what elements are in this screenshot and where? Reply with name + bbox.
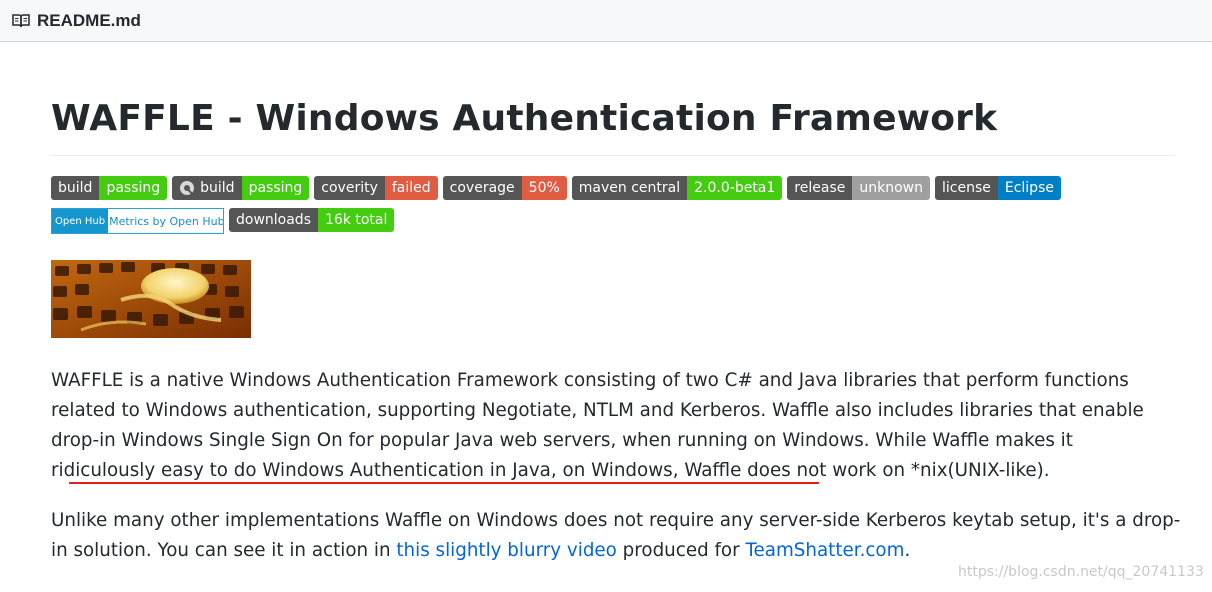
badge-label-text: coverity xyxy=(321,180,378,196)
badge-label: release xyxy=(787,176,853,200)
page-title: WAFFLE - Windows Authentication Framewor… xyxy=(51,94,1175,156)
badge-build[interactable]: build passing xyxy=(51,176,168,200)
badge-value: passing xyxy=(241,176,310,200)
appveyor-icon xyxy=(180,181,195,195)
badge-label: coverity xyxy=(314,176,385,200)
badge-value: Eclipse xyxy=(997,176,1061,200)
watermark: https://blog.csdn.net/qq_20741133 xyxy=(958,564,1204,580)
badge-label: coverage xyxy=(442,176,522,200)
badge-maven-central[interactable]: maven central 2.0.0-beta1 xyxy=(571,176,783,200)
file-header: README.md xyxy=(0,0,1212,42)
badge-value: 16k total xyxy=(318,208,395,232)
badge-value: failed xyxy=(384,176,438,200)
badge-label-text: release xyxy=(794,180,846,196)
badge-label: build xyxy=(51,176,100,200)
paragraph2-text-middle: produced for xyxy=(616,540,746,561)
paragraph2-text-after: . xyxy=(904,540,911,561)
badge-release[interactable]: release unknown xyxy=(787,176,930,200)
badge-label: license xyxy=(934,176,998,200)
badge-label-text: license xyxy=(941,180,991,196)
downloads-badge[interactable]: downloads 16k total xyxy=(229,208,395,232)
badge-row-1: build passing build passing coverity failed co… xyxy=(51,176,1061,200)
badge-value: unknown xyxy=(852,176,930,200)
description-paragraph: Unlike many other implementations Waffle… xyxy=(51,506,1181,566)
teamshatter-link[interactable]: TeamShatter.com xyxy=(745,540,904,561)
badge-label-text: build xyxy=(200,180,235,196)
badge-value: 2.0.0-beta1 xyxy=(687,176,783,200)
book-icon xyxy=(12,13,32,29)
openhub-badge-right: Metrics by Open Hub xyxy=(109,214,224,228)
badge-label: downloads xyxy=(229,208,318,232)
badge-label-text: maven central xyxy=(578,180,681,196)
annotation-underline xyxy=(69,482,819,484)
openhub-badge[interactable]: Open Hub Metrics by Open Hub xyxy=(51,208,224,234)
badge-label: maven central xyxy=(571,176,688,200)
video-link[interactable]: this slightly blurry video xyxy=(396,540,616,561)
badge-label-text: build xyxy=(58,180,93,196)
file-name: README.md xyxy=(37,10,141,30)
badge-label: build xyxy=(172,176,242,200)
badge-row-2: Open Hub Metrics by Open Hub downloads 1… xyxy=(51,208,395,234)
intro-paragraph: WAFFLE is a native Windows Authenticatio… xyxy=(51,370,1144,481)
badge-value: passing xyxy=(99,176,168,200)
badge-value: 50% xyxy=(521,176,567,200)
openhub-badge-left: Open Hub xyxy=(52,209,109,233)
waffle-image xyxy=(51,260,251,338)
badge-coverity[interactable]: coverity failed xyxy=(314,176,438,200)
badge-label-text: coverage xyxy=(449,180,515,196)
badge-coverage[interactable]: coverage 50% xyxy=(442,176,567,200)
badge-license[interactable]: license Eclipse xyxy=(934,176,1061,200)
badge-build[interactable]: build passing xyxy=(172,176,310,200)
